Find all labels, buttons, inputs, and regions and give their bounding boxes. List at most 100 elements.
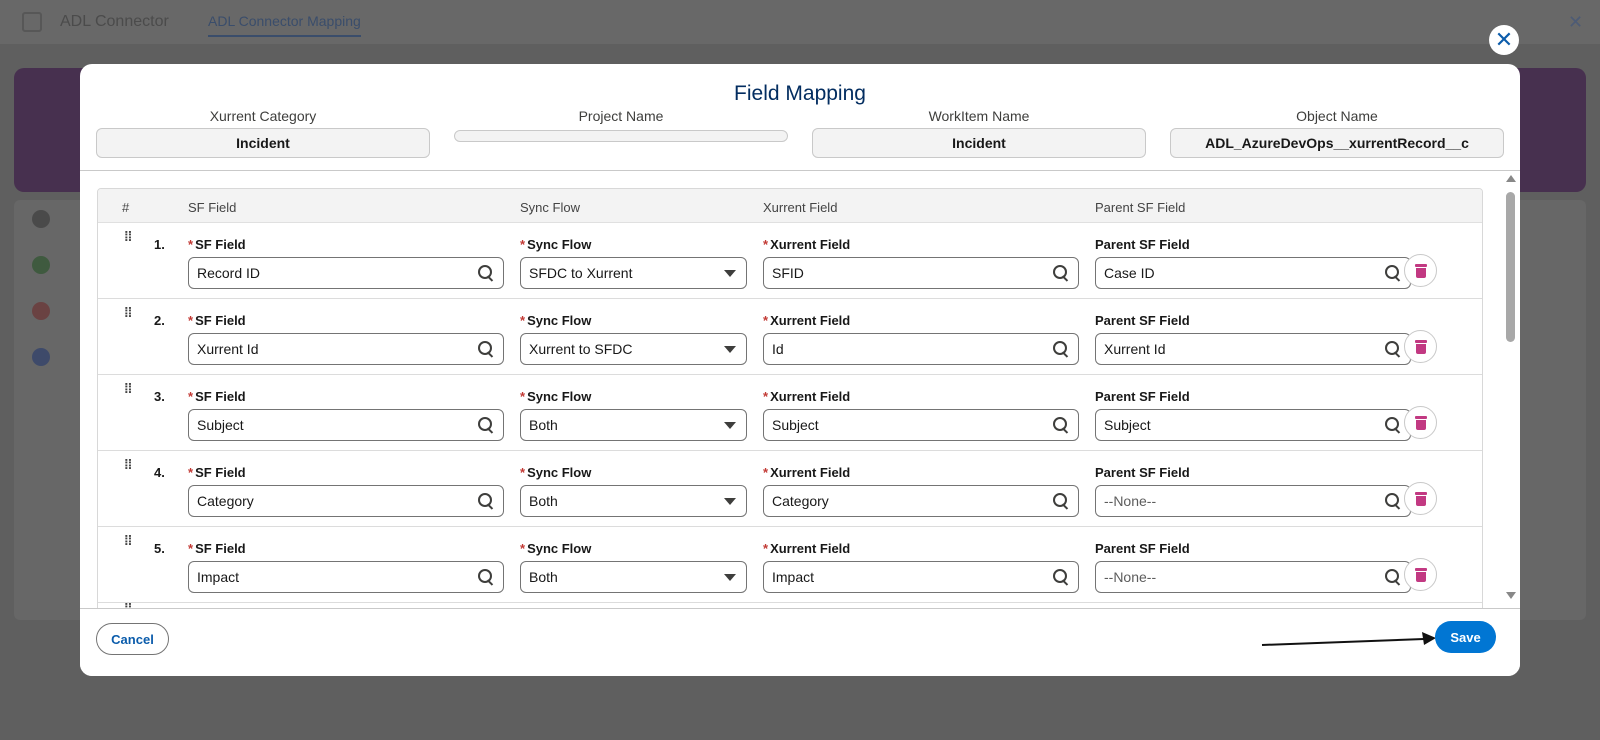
chevron-down-icon[interactable] — [724, 497, 736, 505]
search-icon[interactable] — [1384, 492, 1402, 510]
sf-field-label: * SF Field — [188, 541, 246, 556]
annotation-arrow-icon — [1261, 632, 1436, 646]
xurrent-field-input[interactable]: Category — [763, 485, 1079, 517]
sync-flow-label: * Sync Flow — [520, 237, 591, 252]
sync-flow-select[interactable]: SFDC to Xurrent — [520, 257, 747, 289]
row-number: 1. — [154, 237, 165, 252]
drag-handle-icon[interactable]: ⁞⁞ — [124, 229, 138, 243]
xurrent-field-label: * Xurrent Field — [763, 389, 850, 404]
required-mark: * — [520, 237, 526, 252]
delete-row-button[interactable] — [1404, 330, 1437, 363]
parent-sf-field-label: Parent SF Field — [1095, 237, 1190, 252]
search-icon[interactable] — [477, 340, 495, 358]
meta-workitem-name: WorkItem Name Incident — [812, 108, 1146, 158]
required-mark: * — [188, 237, 194, 252]
required-mark: * — [188, 313, 194, 328]
sf-field-label-text: SF Field — [195, 465, 246, 480]
cancel-button[interactable]: Cancel — [96, 623, 169, 655]
row-number: 3. — [154, 389, 165, 404]
modal-footer: Cancel Save — [80, 608, 1520, 676]
meta-value — [454, 130, 788, 142]
xurrent-field-input[interactable]: Subject — [763, 409, 1079, 441]
meta-label: Project Name — [578, 108, 664, 124]
parent-sf-field-input[interactable]: --None-- — [1095, 485, 1411, 517]
xurrent-field-input[interactable]: SFID — [763, 257, 1079, 289]
sf-field-input[interactable]: Impact — [188, 561, 504, 593]
sf-field-input[interactable]: Xurrent Id — [188, 333, 504, 365]
search-icon[interactable] — [1052, 568, 1070, 586]
trash-icon — [1414, 491, 1427, 506]
parent-sf-field-value: Subject — [1104, 417, 1151, 433]
scroll-down-icon[interactable] — [1506, 592, 1516, 599]
xurrent-field-input[interactable]: Id — [763, 333, 1079, 365]
sync-flow-select[interactable]: Xurrent to SFDC — [520, 333, 747, 365]
chevron-down-icon[interactable] — [724, 573, 736, 581]
table-scrollbar[interactable] — [1504, 172, 1516, 602]
sf-field-input[interactable]: Record ID — [188, 257, 504, 289]
chevron-down-icon[interactable] — [724, 421, 736, 429]
sf-field-value: Record ID — [197, 265, 261, 281]
xurrent-field-input[interactable]: Impact — [763, 561, 1079, 593]
drag-handle-icon[interactable]: ⁞⁞ — [124, 533, 138, 547]
xurrent-field-value: Impact — [772, 569, 815, 585]
table-header: # SF Field Sync Flow Xurrent Field Paren… — [98, 189, 1482, 223]
xurrent-field-value: Category — [772, 493, 829, 509]
search-icon[interactable] — [1384, 340, 1402, 358]
parent-sf-field-input[interactable]: Xurrent Id — [1095, 333, 1411, 365]
search-icon[interactable] — [1052, 340, 1070, 358]
meta-object-name: Object Name ADL_AzureDevOps__xurrentReco… — [1170, 108, 1504, 158]
search-icon[interactable] — [1384, 568, 1402, 586]
xurrent-field-value: SFID — [772, 265, 804, 281]
drag-handle-icon[interactable]: ⁞⁞ — [124, 457, 138, 471]
parent-sf-field-input[interactable]: Subject — [1095, 409, 1411, 441]
parent-sf-field-input[interactable]: Case ID — [1095, 257, 1411, 289]
close-modal-button[interactable]: ✕ — [1489, 25, 1519, 55]
sync-flow-label-text: Sync Flow — [527, 541, 592, 556]
drag-handle-icon[interactable]: ⁞⁞ — [124, 305, 138, 319]
sf-field-input[interactable]: Category — [188, 485, 504, 517]
sf-field-input[interactable]: Subject — [188, 409, 504, 441]
sf-field-label: * SF Field — [188, 237, 246, 252]
search-icon[interactable] — [1052, 492, 1070, 510]
chevron-down-icon[interactable] — [724, 269, 736, 277]
table-row: ⁞⁞ 3. * SF Field Subject * Sync Flow Both … — [98, 375, 1482, 451]
sync-flow-select[interactable]: Both — [520, 485, 747, 517]
meta-label: Object Name — [1296, 108, 1378, 124]
parent-sf-field-input[interactable]: --None-- — [1095, 561, 1411, 593]
column-header: Xurrent Field — [763, 200, 838, 215]
delete-row-button[interactable] — [1404, 406, 1437, 439]
sync-flow-value: SFDC to Xurrent — [529, 265, 633, 281]
search-icon[interactable] — [477, 264, 495, 282]
required-mark: * — [188, 389, 194, 404]
search-icon[interactable] — [1384, 416, 1402, 434]
xurrent-field-value: Id — [772, 341, 784, 357]
column-header: Parent SF Field — [1095, 200, 1186, 215]
background-dot-icon — [32, 256, 50, 274]
sync-flow-label: * Sync Flow — [520, 313, 591, 328]
delete-row-button[interactable] — [1404, 254, 1437, 287]
delete-row-button[interactable] — [1404, 482, 1437, 515]
sf-field-label-text: SF Field — [195, 541, 246, 556]
search-icon[interactable] — [477, 416, 495, 434]
chevron-down-icon[interactable] — [724, 345, 736, 353]
scroll-up-icon[interactable] — [1506, 175, 1516, 182]
search-icon[interactable] — [1052, 416, 1070, 434]
search-icon[interactable] — [477, 492, 495, 510]
required-mark: * — [763, 465, 769, 480]
save-button[interactable]: Save — [1435, 621, 1496, 653]
background-dot-icon — [32, 348, 50, 366]
sync-flow-select[interactable]: Both — [520, 409, 747, 441]
sync-flow-select[interactable]: Both — [520, 561, 747, 593]
delete-row-button[interactable] — [1404, 558, 1437, 591]
scroll-thumb[interactable] — [1506, 192, 1515, 342]
trash-icon — [1414, 339, 1427, 354]
search-icon[interactable] — [1384, 264, 1402, 282]
xurrent-field-label: * Xurrent Field — [763, 237, 850, 252]
trash-icon — [1414, 415, 1427, 430]
required-mark: * — [763, 389, 769, 404]
search-icon[interactable] — [477, 568, 495, 586]
sf-field-label-text: SF Field — [195, 313, 246, 328]
search-icon[interactable] — [1052, 264, 1070, 282]
sync-flow-label: * Sync Flow — [520, 465, 591, 480]
drag-handle-icon[interactable]: ⁞⁞ — [124, 381, 138, 395]
